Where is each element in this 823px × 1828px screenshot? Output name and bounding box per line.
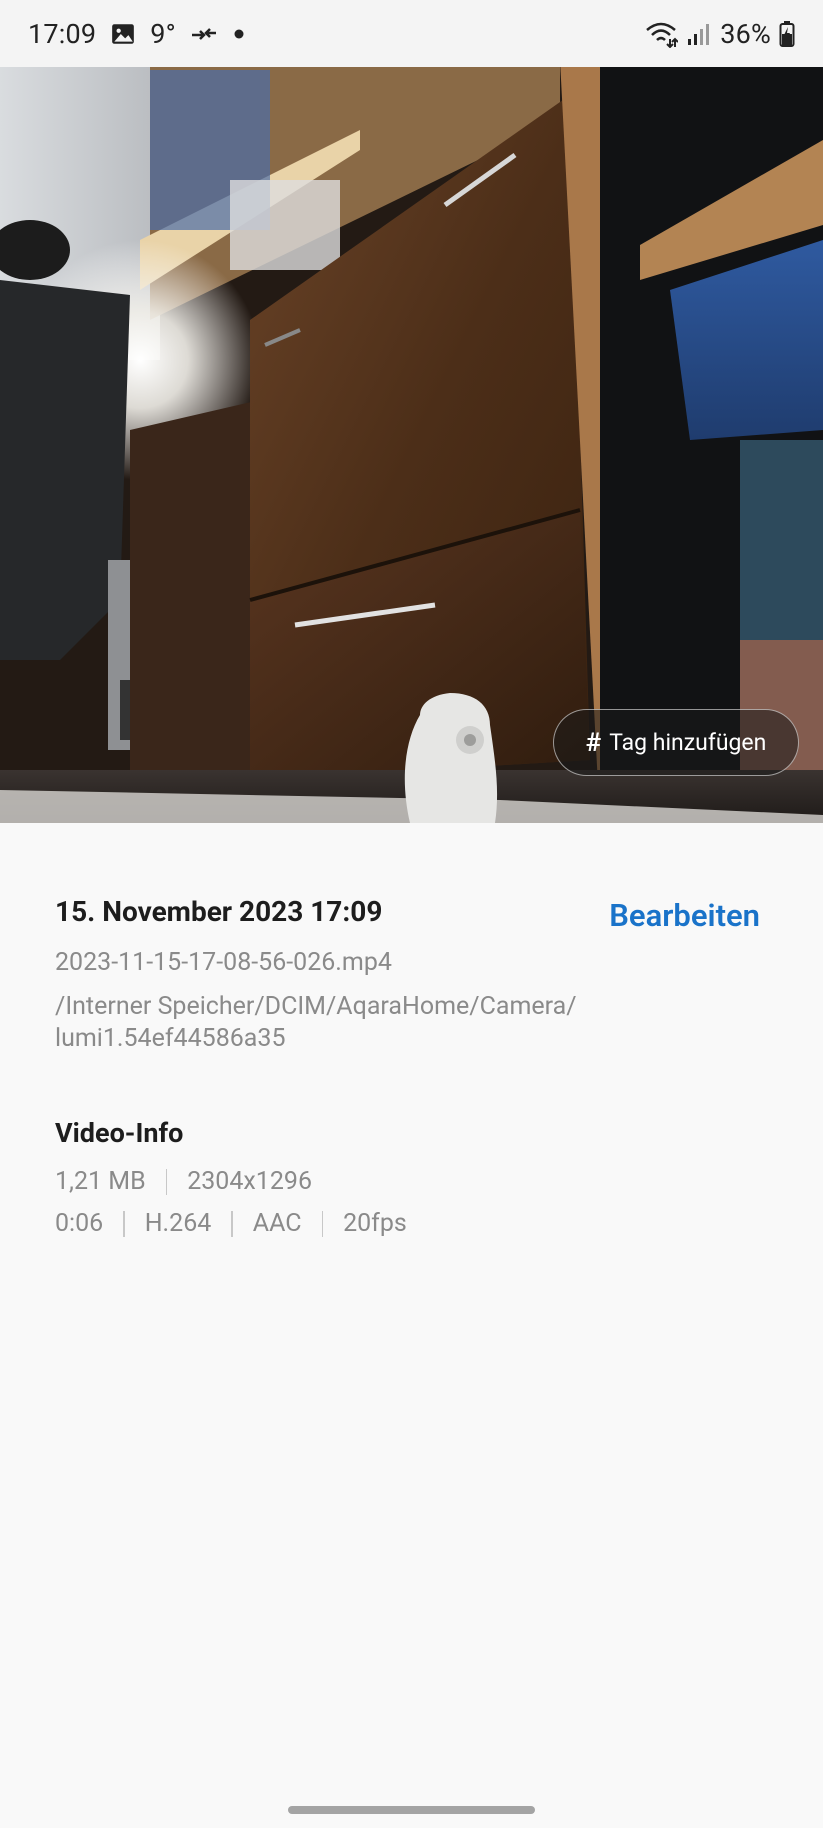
separator <box>123 1210 125 1237</box>
framerate: 20fps <box>343 1209 407 1238</box>
file-path-line-1: /Interner Speicher/DCIM/AqaraHome/Camera… <box>55 992 577 1021</box>
add-tag-button[interactable]: # Tag hinzufügen <box>553 709 799 776</box>
file-path-line-2: lumi1.54ef44586a35 <box>55 1024 286 1053</box>
separator <box>165 1168 168 1195</box>
hashtag-icon: # <box>585 727 602 758</box>
status-bar: 17:09 9° 36% <box>0 0 823 67</box>
separator <box>231 1210 233 1237</box>
dot-icon <box>232 27 246 41</box>
data-transfer-icon <box>190 23 218 45</box>
video-codec: H.264 <box>144 1209 212 1238</box>
status-battery-percent: 36% <box>720 17 771 50</box>
duration: 0:06 <box>55 1209 104 1238</box>
signal-icon <box>686 21 712 47</box>
separator <box>321 1210 324 1237</box>
status-temperature: 9° <box>150 17 176 50</box>
wifi-icon <box>644 20 679 48</box>
file-size: 1,21 MB <box>55 1167 146 1196</box>
video-info-title: Video-Info <box>55 1117 184 1149</box>
file-name: 2023-11-15-17-08-56-026.mp4 <box>55 948 392 977</box>
battery-icon <box>779 20 795 48</box>
file-path: /Interner Speicher/DCIM/AqaraHome/Camera… <box>55 991 665 1055</box>
image-icon <box>110 21 136 47</box>
details-panel: 15. November 2023 17:09 Bearbeiten 2023-… <box>55 895 775 1238</box>
video-preview[interactable] <box>0 0 823 823</box>
video-info-row-1: 1,21 MB 2304x1296 <box>55 1167 775 1196</box>
edit-button[interactable]: Bearbeiten <box>609 897 760 934</box>
status-time: 17:09 <box>28 17 97 50</box>
add-tag-label: Tag hinzufügen <box>609 729 767 756</box>
audio-codec: AAC <box>252 1209 302 1238</box>
resolution: 2304x1296 <box>187 1167 312 1196</box>
video-info-row-2: 0:06 H.264 AAC 20fps <box>55 1209 775 1238</box>
video-thumbnail-image <box>0 0 823 823</box>
screen: 17:09 9° 36% # Tag hinzufügen 15. Novemb… <box>0 0 823 1828</box>
home-indicator[interactable] <box>288 1806 535 1814</box>
